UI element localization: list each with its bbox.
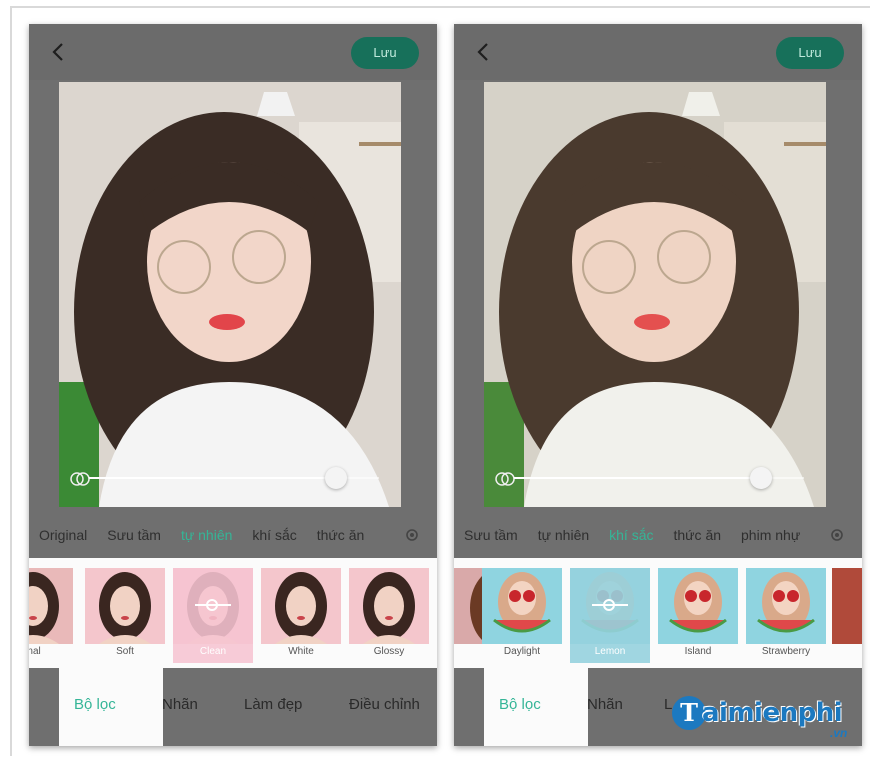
frame-line xyxy=(10,6,870,8)
bottom-nav-item[interactable]: Nhãn xyxy=(587,696,623,713)
filter-thumbnail[interactable]: Clean xyxy=(173,568,253,663)
filter-label: Strawberry xyxy=(761,646,811,657)
chevron-left-icon xyxy=(477,43,488,61)
filter-category[interactable]: phim nhự xyxy=(731,527,810,543)
filter-preview-image xyxy=(29,568,73,644)
gear-icon[interactable] xyxy=(403,526,421,544)
bottom-nav-item[interactable]: Điều chỉnh xyxy=(349,696,420,713)
photo-preview xyxy=(484,82,826,507)
watermark-letter: T xyxy=(680,698,698,727)
filter-thumbnail[interactable]: M xyxy=(832,568,862,663)
filter-label: Clean xyxy=(199,646,227,657)
bottom-nav-item[interactable]: Bộ lọc xyxy=(74,696,116,713)
filter-category[interactable]: Original xyxy=(29,527,97,543)
compare-icon[interactable] xyxy=(494,468,516,490)
filter-category[interactable]: Sưu tầm xyxy=(454,527,528,543)
filter-category[interactable]: Sưu tầm xyxy=(97,527,171,543)
filter-category[interactable]: tự nhiên xyxy=(171,527,242,543)
filter-preview-image xyxy=(658,568,738,644)
photo-preview xyxy=(59,82,401,507)
filter-thumbnail[interactable]: inal xyxy=(29,568,73,663)
filter-preview-image xyxy=(746,568,826,644)
filter-preview-image xyxy=(832,568,862,644)
slider-thumb[interactable] xyxy=(325,467,347,489)
back-button[interactable] xyxy=(47,38,71,66)
filter-preview-image xyxy=(349,568,429,644)
phone-screen-right: Lưu Sưu tầm tự nhiên khí sắc thức ăn phim nh… xyxy=(454,24,862,746)
bottom-nav: Bộ lọc Nhãn Làm đẹp Điều chỉnh xyxy=(29,668,437,746)
frame-line xyxy=(10,6,12,756)
filter-thumbnail[interactable]: Strawberry xyxy=(746,568,826,663)
compare-icon[interactable] xyxy=(69,468,91,490)
filter-label: White xyxy=(288,646,314,657)
filter-thumbnail[interactable]: Island xyxy=(658,568,738,663)
filter-thumbnails: inal Soft Clean White Glossy xyxy=(29,558,437,668)
save-button[interactable]: Lưu xyxy=(776,37,844,69)
slider-fill xyxy=(89,477,336,479)
filter-categories: Original Sưu tầm tự nhiên khí sắc thức ăn xyxy=(29,522,437,548)
filter-preview-image xyxy=(482,568,562,644)
filter-thumbnail[interactable]: White xyxy=(261,568,341,663)
filter-label: Daylight xyxy=(503,646,541,657)
adjust-handle-dot xyxy=(603,599,615,611)
filter-thumbnail[interactable]: Soft xyxy=(85,568,165,663)
watermark-badge: T xyxy=(672,696,706,730)
chevron-left-icon xyxy=(52,43,63,61)
slider-thumb[interactable] xyxy=(750,467,772,489)
filter-category[interactable]: khí sắc xyxy=(599,527,663,543)
filter-label: Lemon xyxy=(594,646,626,657)
filter-thumbnails: Daylight Lemon Island Strawberry M xyxy=(454,558,862,668)
filter-preview-image xyxy=(261,568,341,644)
filter-category[interactable]: thức ăn xyxy=(307,527,375,543)
back-button[interactable] xyxy=(472,38,496,66)
filter-label: Island xyxy=(684,646,712,657)
filter-categories: Sưu tầm tự nhiên khí sắc thức ăn phim nhự xyxy=(454,522,862,548)
bottom-nav-item[interactable]: Bộ lọc xyxy=(499,696,541,713)
adjust-handle-dot xyxy=(206,599,218,611)
watermark-logo: T aimienphi .vn xyxy=(672,692,862,748)
header: Lưu xyxy=(29,24,437,80)
filter-label: inal xyxy=(29,646,41,657)
phone-screen-left: Lưu Original Sưu tầm tự nhiên khí sắc thức ă… xyxy=(29,24,437,746)
watermark-suffix: .vn xyxy=(830,726,848,740)
filter-label: M xyxy=(832,646,862,657)
filter-thumbnail[interactable]: Lemon xyxy=(570,568,650,663)
save-button[interactable]: Lưu xyxy=(351,37,419,69)
slider-fill xyxy=(514,477,761,479)
filter-label: Soft xyxy=(116,646,134,657)
bottom-nav-item[interactable]: Làm đẹp xyxy=(244,696,302,713)
intensity-slider[interactable] xyxy=(484,464,826,492)
filter-preview-image xyxy=(85,568,165,644)
filter-thumbnail[interactable]: Daylight xyxy=(482,568,562,663)
bottom-nav-item[interactable]: Nhãn xyxy=(162,696,198,713)
header: Lưu xyxy=(454,24,862,80)
filter-thumbnail[interactable]: Glossy xyxy=(349,568,429,663)
filter-category[interactable]: tự nhiên xyxy=(528,527,599,543)
watermark-text: aimienphi xyxy=(702,698,843,728)
gear-icon[interactable] xyxy=(828,526,846,544)
filter-label: Glossy xyxy=(373,646,405,657)
filter-category[interactable]: thức ăn xyxy=(664,527,732,543)
filter-category[interactable]: khí sắc xyxy=(242,527,306,543)
intensity-slider[interactable] xyxy=(59,464,401,492)
